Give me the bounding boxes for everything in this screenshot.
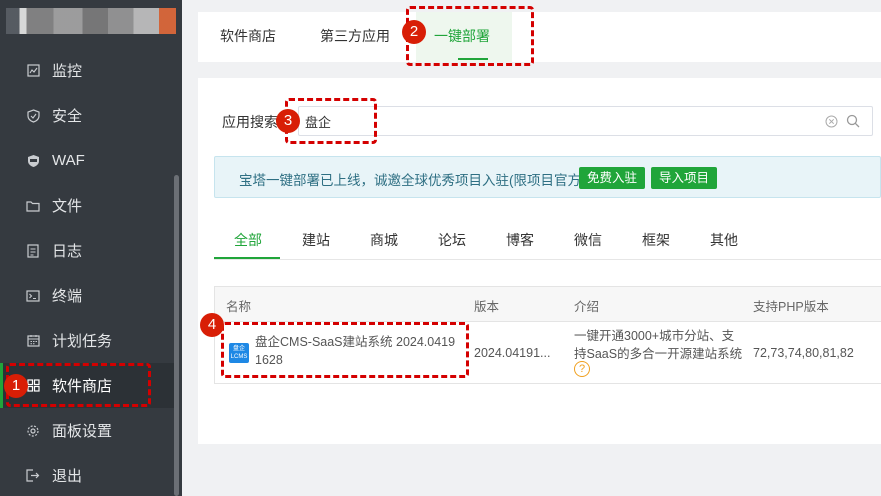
sidebar-item-logs[interactable]: 日志 (0, 228, 174, 273)
sidebar-item-label: 文件 (52, 198, 83, 215)
annotation-badge-2: 2 (402, 20, 426, 44)
search-icon[interactable] (846, 114, 860, 128)
sidebar: 监控 安全 WAF 文件 日志 终端 计划任务 软件商店 面板设置 退出 (0, 0, 182, 496)
logo (0, 0, 182, 44)
sidebar-item-label: WAF (52, 152, 85, 169)
logout-icon (26, 469, 40, 483)
sidebar-item-files[interactable]: 文件 (0, 183, 174, 228)
clear-icon[interactable] (825, 115, 838, 128)
sidebar-item-terminal[interactable]: 终端 (0, 273, 174, 318)
folder-icon (26, 199, 40, 213)
annotation-box-4 (221, 322, 469, 378)
annotation-badge-3: 3 (276, 109, 300, 133)
column-header-intro: 介绍 (574, 300, 600, 314)
category-mall[interactable]: 商城 (370, 230, 398, 250)
free-join-button[interactable]: 免费入驻 (579, 167, 646, 189)
tab-app-store[interactable]: 软件商店 (220, 12, 276, 62)
app-version: 2024.04191... (474, 346, 551, 360)
app-intro-line1: 一键开通3000+城市分站、支 (574, 329, 735, 343)
tab-third-party[interactable]: 第三方应用 (320, 12, 390, 62)
app-intro-line2: 持SaaS的多合一开源建站系统 (574, 347, 743, 361)
sidebar-item-label: 面板设置 (52, 423, 113, 440)
gear-icon (26, 424, 40, 438)
sidebar-item-monitor[interactable]: 监控 (0, 48, 174, 93)
calendar-icon (26, 334, 40, 348)
sidebar-item-waf[interactable]: WAF (0, 138, 174, 183)
sidebar-item-label: 安全 (52, 108, 83, 125)
column-header-version: 版本 (474, 300, 500, 314)
sidebar-item-cron[interactable]: 计划任务 (0, 318, 174, 363)
notice-text: 宝塔一键部署已上线，诚邀全球优秀项目入驻(限项目官方) (239, 173, 586, 188)
search-label: 应用搜索 (222, 114, 278, 130)
annotation-badge-4: 4 (200, 313, 224, 337)
sidebar-item-security[interactable]: 安全 (0, 93, 174, 138)
monitor-icon (26, 64, 40, 78)
category-all[interactable]: 全部 (234, 230, 262, 250)
sidebar-item-panel-settings[interactable]: 面板设置 (0, 408, 174, 453)
column-header-php: 支持PHP版本 (753, 300, 829, 314)
annotation-badge-1: 1 (4, 374, 28, 398)
sidebar-item-label: 监控 (52, 63, 83, 80)
category-site[interactable]: 建站 (302, 230, 330, 250)
category-active-underline (214, 257, 280, 259)
category-blog[interactable]: 博客 (506, 230, 534, 250)
column-header-name: 名称 (226, 300, 252, 314)
shield-icon (26, 108, 40, 123)
category-wechat[interactable]: 微信 (574, 230, 602, 250)
app-php-versions: 72,73,74,80,81,82 (753, 346, 854, 360)
category-framework[interactable]: 框架 (642, 230, 670, 250)
top-tabs: 软件商店 第三方应用 一键部署 (198, 12, 881, 62)
sidebar-item-logout[interactable]: 退出 (0, 453, 174, 496)
sidebar-scrollbar[interactable] (174, 175, 179, 496)
sidebar-item-label: 退出 (52, 468, 83, 485)
sidebar-item-label: 计划任务 (52, 333, 113, 350)
sidebar-item-label: 终端 (52, 288, 83, 305)
sidebar-item-label: 日志 (52, 243, 83, 260)
waf-shield-icon (26, 154, 40, 168)
log-icon (26, 243, 40, 258)
search-box (298, 106, 873, 136)
category-other[interactable]: 其他 (710, 230, 738, 250)
category-forum[interactable]: 论坛 (438, 230, 466, 250)
category-tabs: 全部 建站 商城 论坛 博客 微信 框架 其他 (214, 222, 881, 260)
table-header: 名称 版本 介绍 支持PHP版本 (215, 287, 881, 322)
help-icon[interactable]: ? (574, 361, 590, 377)
app-intro: 一键开通3000+城市分站、支 持SaaS的多合一开源建站系统 (574, 327, 742, 363)
import-project-button[interactable]: 导入项目 (651, 167, 718, 189)
notice-banner: 宝塔一键部署已上线，诚邀全球优秀项目入驻(限项目官方) 免费入驻 导入项目 (214, 156, 881, 198)
terminal-icon (26, 289, 40, 303)
